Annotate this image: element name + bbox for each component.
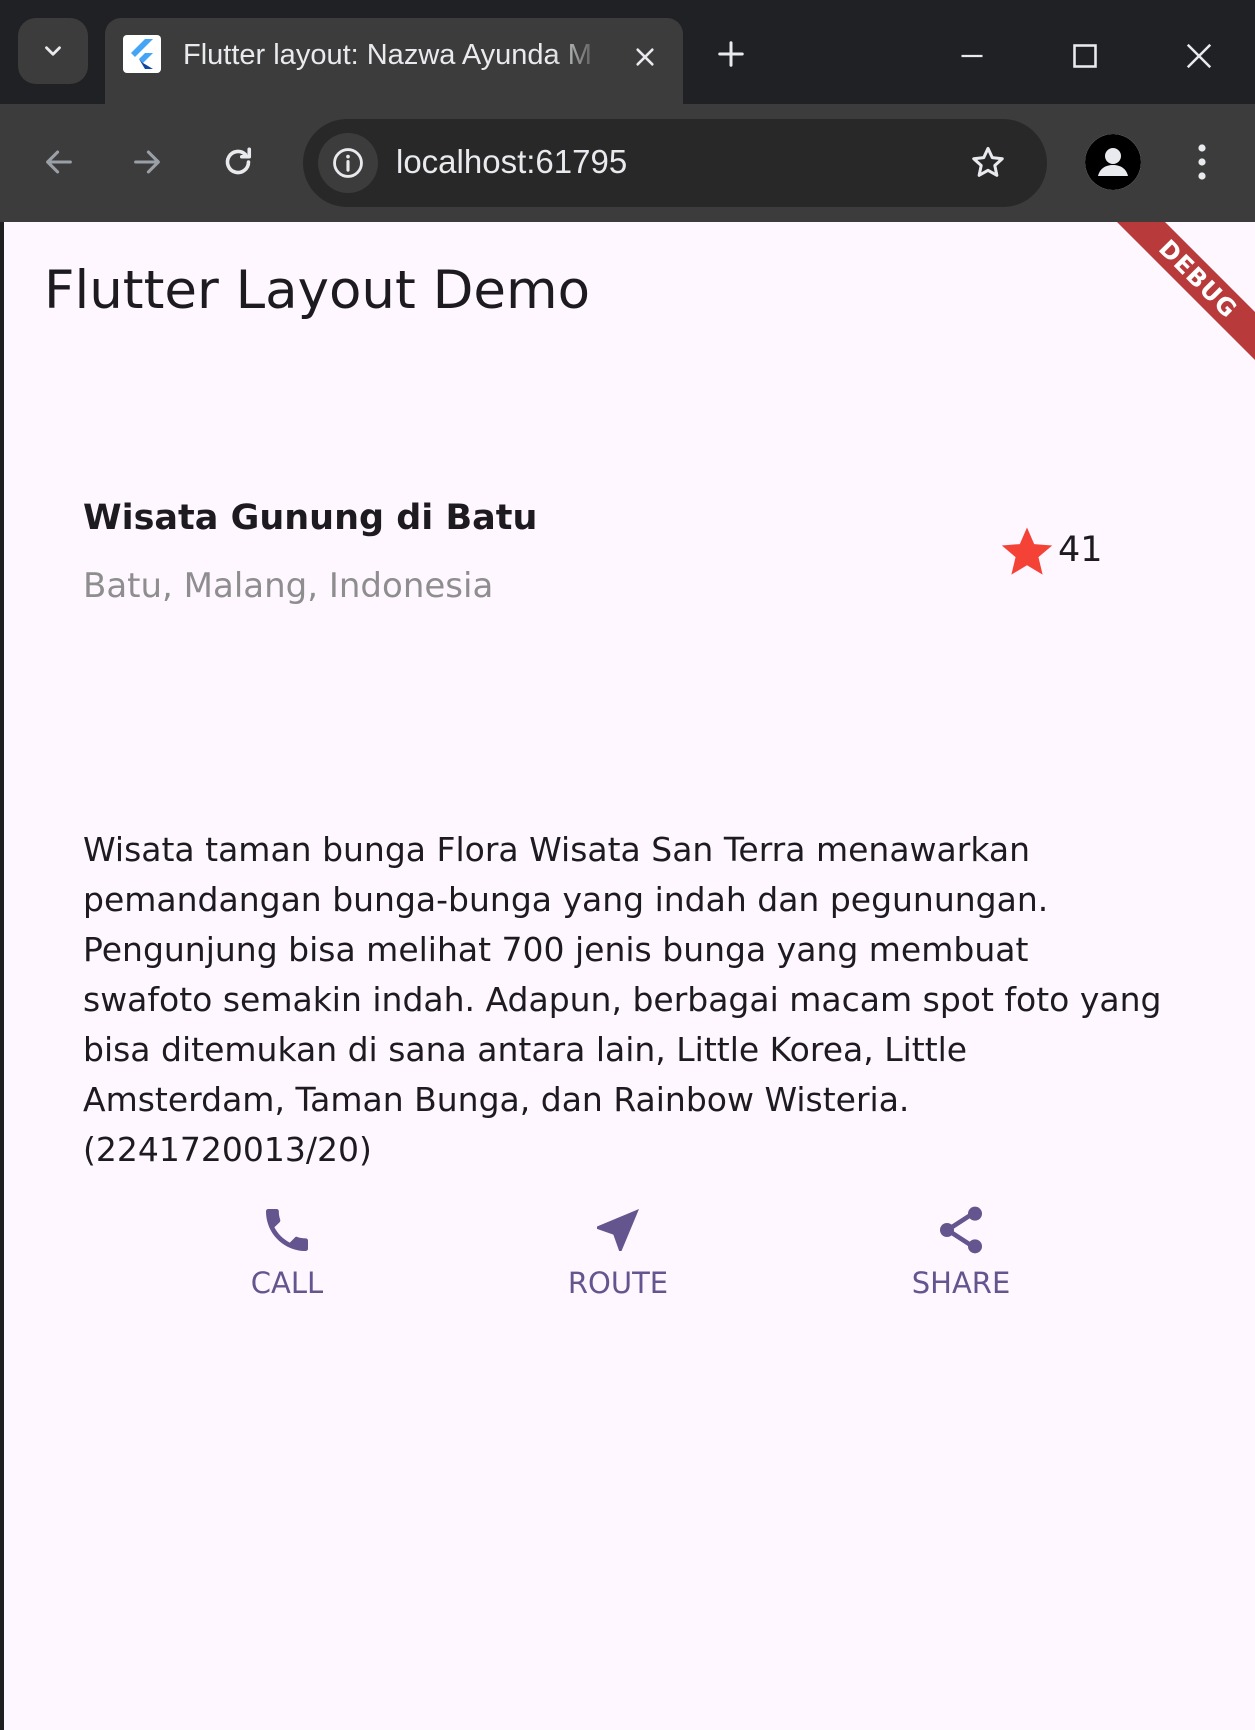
- browser-tab[interactable]: Flutter layout: Nazwa Ayunda M: [105, 18, 683, 104]
- app-bar-title: Flutter Layout Demo: [44, 260, 591, 321]
- browser-menu-button[interactable]: [1180, 134, 1224, 190]
- star-icon: [1001, 527, 1053, 575]
- url-text[interactable]: localhost:61795: [396, 143, 627, 181]
- tab-search-button[interactable]: [18, 18, 88, 84]
- place-description: Wisata taman bunga Flora Wisata San Terr…: [83, 830, 1162, 1169]
- profile-button[interactable]: [1085, 134, 1141, 190]
- maximize-button[interactable]: [1057, 28, 1113, 84]
- browser-toolbar: localhost:61795: [0, 104, 1255, 222]
- browser-tab-strip: Flutter layout: Nazwa Ayunda M: [0, 0, 1255, 104]
- debug-banner: DEBUG: [1104, 222, 1255, 373]
- share-label: SHARE: [911, 1266, 1011, 1300]
- flutter-favicon-icon: [123, 35, 161, 73]
- tab-close-button[interactable]: [625, 37, 665, 77]
- share-button[interactable]: SHARE: [861, 1202, 1061, 1342]
- plus-icon: [718, 41, 744, 67]
- call-label: CALL: [250, 1266, 324, 1300]
- tab-title: Flutter layout: Nazwa Ayunda M: [183, 39, 592, 71]
- star-outline-icon: [972, 146, 1004, 177]
- forward-button[interactable]: [121, 136, 173, 188]
- reload-button[interactable]: [212, 136, 264, 188]
- call-button[interactable]: CALL: [187, 1202, 387, 1342]
- info-icon: [333, 148, 363, 178]
- more-vert-icon: [1198, 144, 1206, 180]
- reload-icon: [225, 147, 252, 175]
- chevron-down-icon: [45, 46, 61, 56]
- address-bar[interactable]: localhost:61795: [303, 119, 1047, 207]
- place-name: Wisata Gunung di Batu: [83, 498, 538, 538]
- share-icon: [940, 1206, 982, 1254]
- arrow-right-icon: [134, 150, 160, 174]
- new-tab-button[interactable]: [710, 33, 752, 75]
- site-info-button[interactable]: [318, 133, 378, 193]
- minimize-button[interactable]: [944, 28, 1000, 84]
- back-button[interactable]: [33, 136, 85, 188]
- phone-icon: [266, 1209, 308, 1251]
- bookmark-button[interactable]: [963, 138, 1013, 188]
- near-me-icon: [597, 1209, 639, 1251]
- app-viewport: Flutter Layout Demo DEBUG Wisata Gunung …: [4, 222, 1255, 1730]
- rating-count: 41: [1058, 530, 1103, 570]
- arrow-left-icon: [46, 150, 72, 174]
- close-window-button[interactable]: [1171, 28, 1227, 84]
- close-icon: [636, 48, 654, 66]
- route-label: ROUTE: [567, 1266, 669, 1300]
- minimize-icon: [961, 54, 983, 58]
- close-icon: [1186, 43, 1212, 69]
- place-location: Batu, Malang, Indonesia: [83, 566, 494, 606]
- avatar-icon: [1085, 134, 1141, 190]
- route-button[interactable]: ROUTE: [518, 1202, 718, 1342]
- maximize-icon: [1073, 44, 1097, 68]
